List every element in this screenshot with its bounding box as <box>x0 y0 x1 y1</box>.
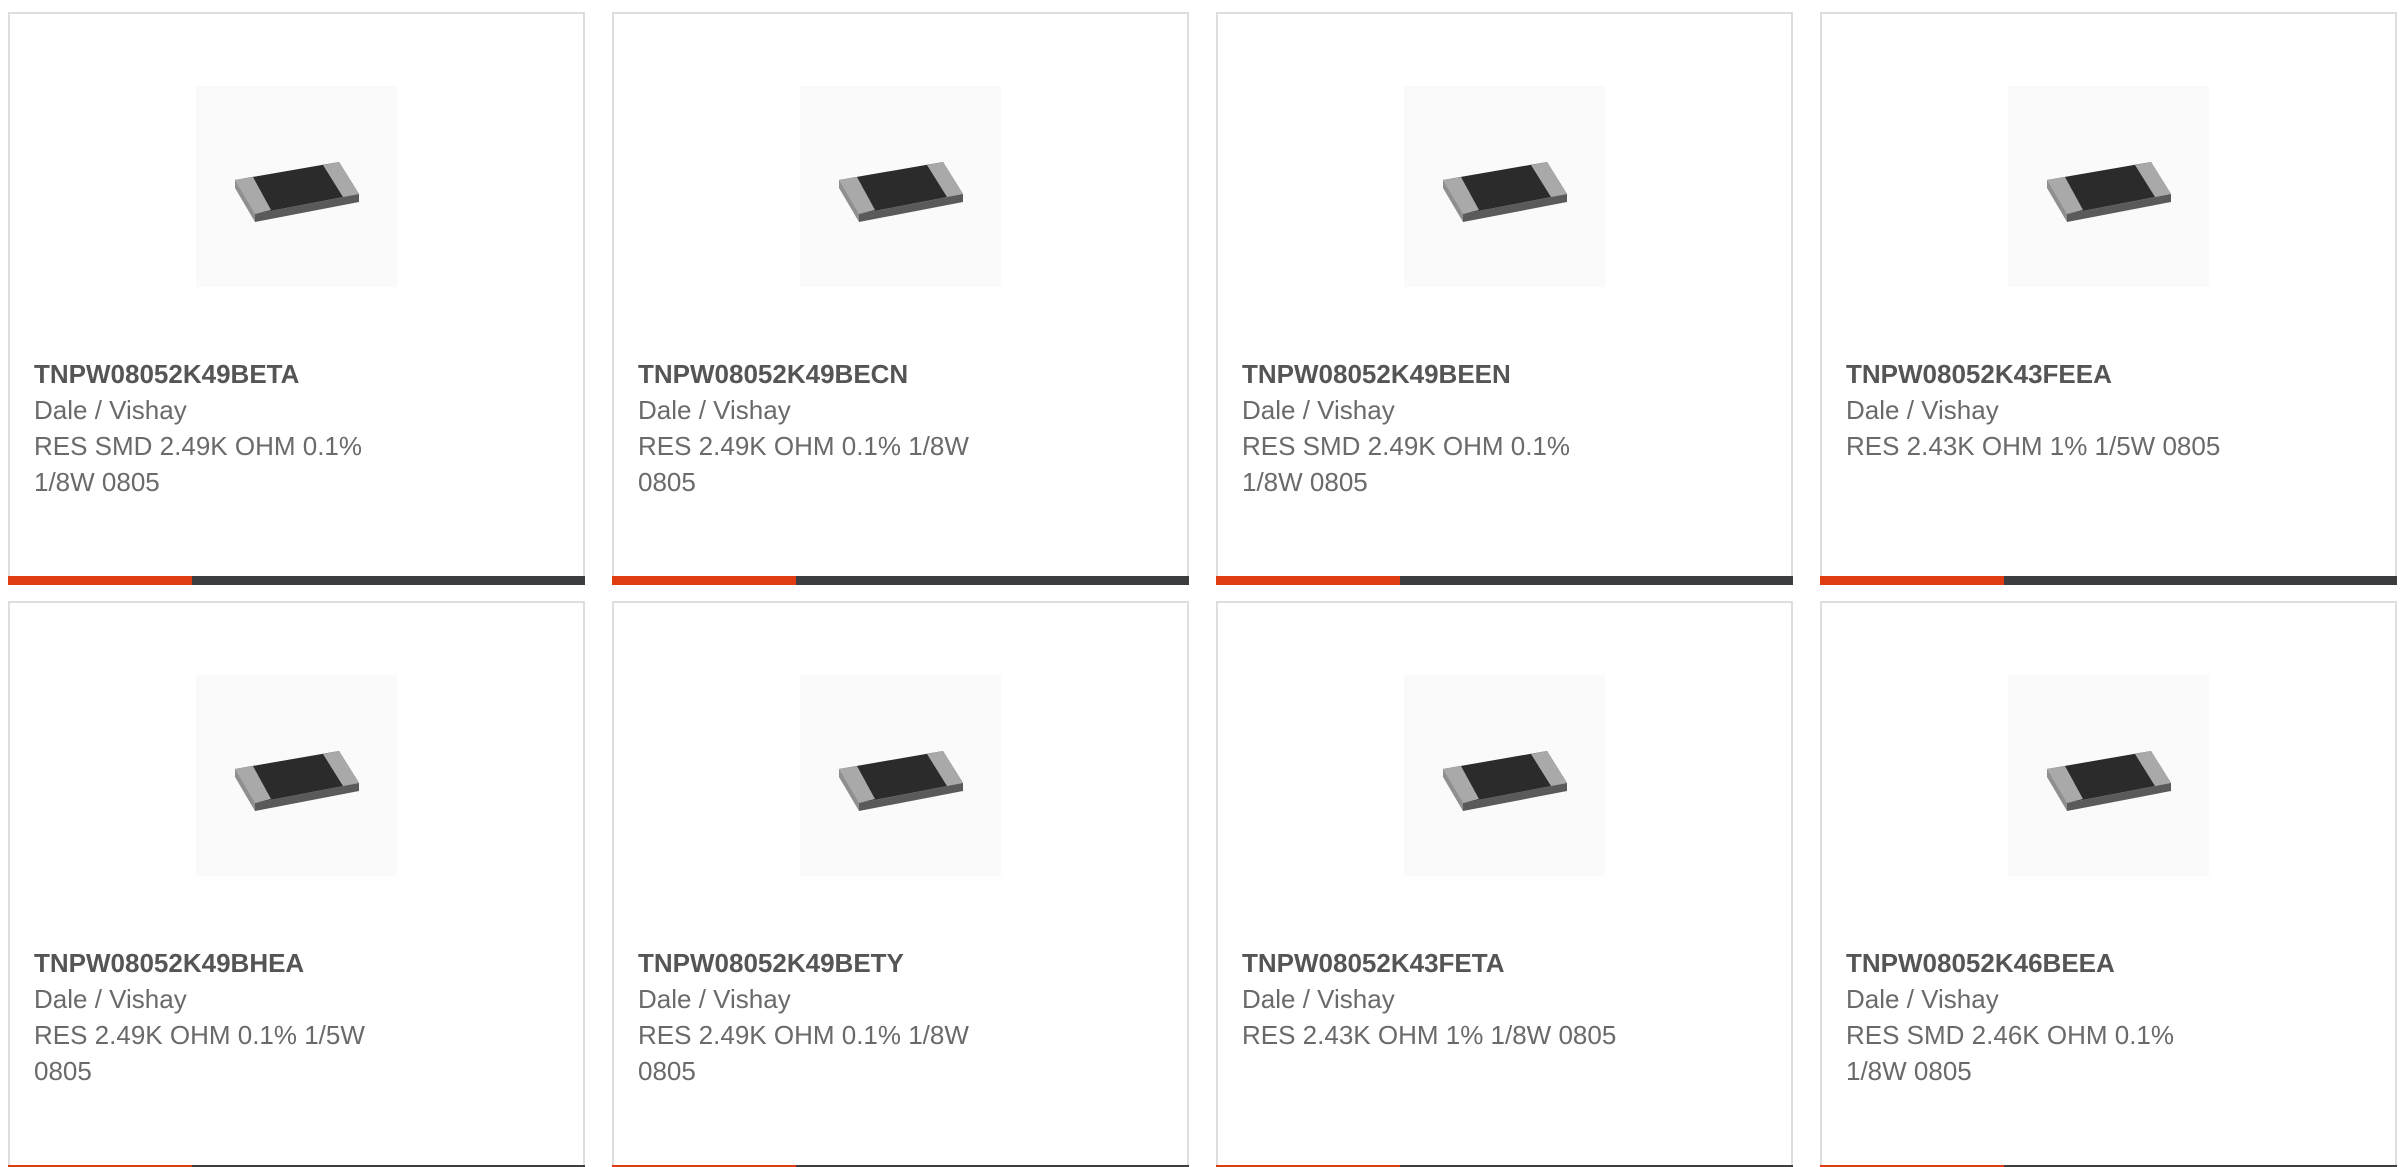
product-image[interactable] <box>196 675 397 876</box>
product-info: TNPW08052K49BECN Dale / Vishay RES 2.49K… <box>638 356 1018 500</box>
smd-resistor-icon <box>2046 750 2171 811</box>
smd-resistor-icon <box>1442 750 1567 811</box>
part-number[interactable]: TNPW08052K49BECN <box>638 356 1018 392</box>
card-footer-bar <box>1820 576 2397 585</box>
card-accent <box>1216 576 1400 585</box>
product-card[interactable]: TNPW08052K43FETA Dale / Vishay RES 2.43K… <box>1216 601 1793 1167</box>
manufacturer: Dale / Vishay <box>638 984 791 1014</box>
product-image[interactable] <box>196 86 397 287</box>
manufacturer: Dale / Vishay <box>638 395 791 425</box>
part-number[interactable]: TNPW08052K49BHEA <box>34 945 414 981</box>
product-card[interactable]: TNPW08052K49BETY Dale / Vishay RES 2.49K… <box>612 601 1189 1167</box>
card-footer-bar <box>1216 576 1793 585</box>
product-card[interactable]: TNPW08052K49BHEA Dale / Vishay RES 2.49K… <box>8 601 585 1167</box>
manufacturer: Dale / Vishay <box>34 395 187 425</box>
product-description: RES 2.43K OHM 1% 1/8W 0805 <box>1242 1020 1617 1050</box>
smd-resistor-icon <box>2046 161 2171 222</box>
product-description: RES 2.49K OHM 0.1% 1/5W 0805 <box>34 1020 365 1086</box>
product-image[interactable] <box>1404 86 1605 287</box>
smd-resistor-icon <box>234 161 359 222</box>
card-footer-bar <box>612 576 1189 585</box>
card-accent <box>8 576 192 585</box>
part-number[interactable]: TNPW08052K49BETY <box>638 945 1018 981</box>
product-description: RES SMD 2.49K OHM 0.1% 1/8W 0805 <box>34 431 362 497</box>
product-image[interactable] <box>1404 675 1605 876</box>
product-description: RES 2.43K OHM 1% 1/5W 0805 <box>1846 431 2221 461</box>
product-info: TNPW08052K46BEEA Dale / Vishay RES SMD 2… <box>1846 945 2226 1089</box>
product-image[interactable] <box>2008 86 2209 287</box>
smd-resistor-icon <box>838 161 963 222</box>
product-grid: TNPW08052K49BETA Dale / Vishay RES SMD 2… <box>0 0 2400 1167</box>
product-info: TNPW08052K43FETA Dale / Vishay RES 2.43K… <box>1242 945 1622 1053</box>
card-accent <box>1820 576 2004 585</box>
product-card[interactable]: TNPW08052K49BETA Dale / Vishay RES SMD 2… <box>8 12 585 585</box>
smd-resistor-icon <box>234 750 359 811</box>
smd-resistor-icon <box>838 750 963 811</box>
part-number[interactable]: TNPW08052K49BEEN <box>1242 356 1622 392</box>
product-info: TNPW08052K49BHEA Dale / Vishay RES 2.49K… <box>34 945 414 1089</box>
product-description: RES SMD 2.49K OHM 0.1% 1/8W 0805 <box>1242 431 1570 497</box>
product-description: RES 2.49K OHM 0.1% 1/8W 0805 <box>638 1020 969 1086</box>
manufacturer: Dale / Vishay <box>1846 984 1999 1014</box>
part-number[interactable]: TNPW08052K49BETA <box>34 356 414 392</box>
product-info: TNPW08052K49BEEN Dale / Vishay RES SMD 2… <box>1242 356 1622 500</box>
product-image[interactable] <box>800 675 1001 876</box>
product-card[interactable]: TNPW08052K46BEEA Dale / Vishay RES SMD 2… <box>1820 601 2397 1167</box>
product-image[interactable] <box>2008 675 2209 876</box>
product-description: RES SMD 2.46K OHM 0.1% 1/8W 0805 <box>1846 1020 2174 1086</box>
product-card[interactable]: TNPW08052K49BECN Dale / Vishay RES 2.49K… <box>612 12 1189 585</box>
product-info: TNPW08052K43FEEA Dale / Vishay RES 2.43K… <box>1846 356 2226 464</box>
product-info: TNPW08052K49BETA Dale / Vishay RES SMD 2… <box>34 356 414 500</box>
smd-resistor-icon <box>1442 161 1567 222</box>
card-accent <box>612 576 796 585</box>
product-card[interactable]: TNPW08052K43FEEA Dale / Vishay RES 2.43K… <box>1820 12 2397 585</box>
part-number[interactable]: TNPW08052K43FEEA <box>1846 356 2226 392</box>
product-image[interactable] <box>800 86 1001 287</box>
manufacturer: Dale / Vishay <box>1846 395 1999 425</box>
product-card[interactable]: TNPW08052K49BEEN Dale / Vishay RES SMD 2… <box>1216 12 1793 585</box>
card-footer-bar <box>8 576 585 585</box>
product-info: TNPW08052K49BETY Dale / Vishay RES 2.49K… <box>638 945 1018 1089</box>
product-description: RES 2.49K OHM 0.1% 1/8W 0805 <box>638 431 969 497</box>
manufacturer: Dale / Vishay <box>1242 395 1395 425</box>
manufacturer: Dale / Vishay <box>34 984 187 1014</box>
manufacturer: Dale / Vishay <box>1242 984 1395 1014</box>
part-number[interactable]: TNPW08052K46BEEA <box>1846 945 2226 981</box>
part-number[interactable]: TNPW08052K43FETA <box>1242 945 1622 981</box>
